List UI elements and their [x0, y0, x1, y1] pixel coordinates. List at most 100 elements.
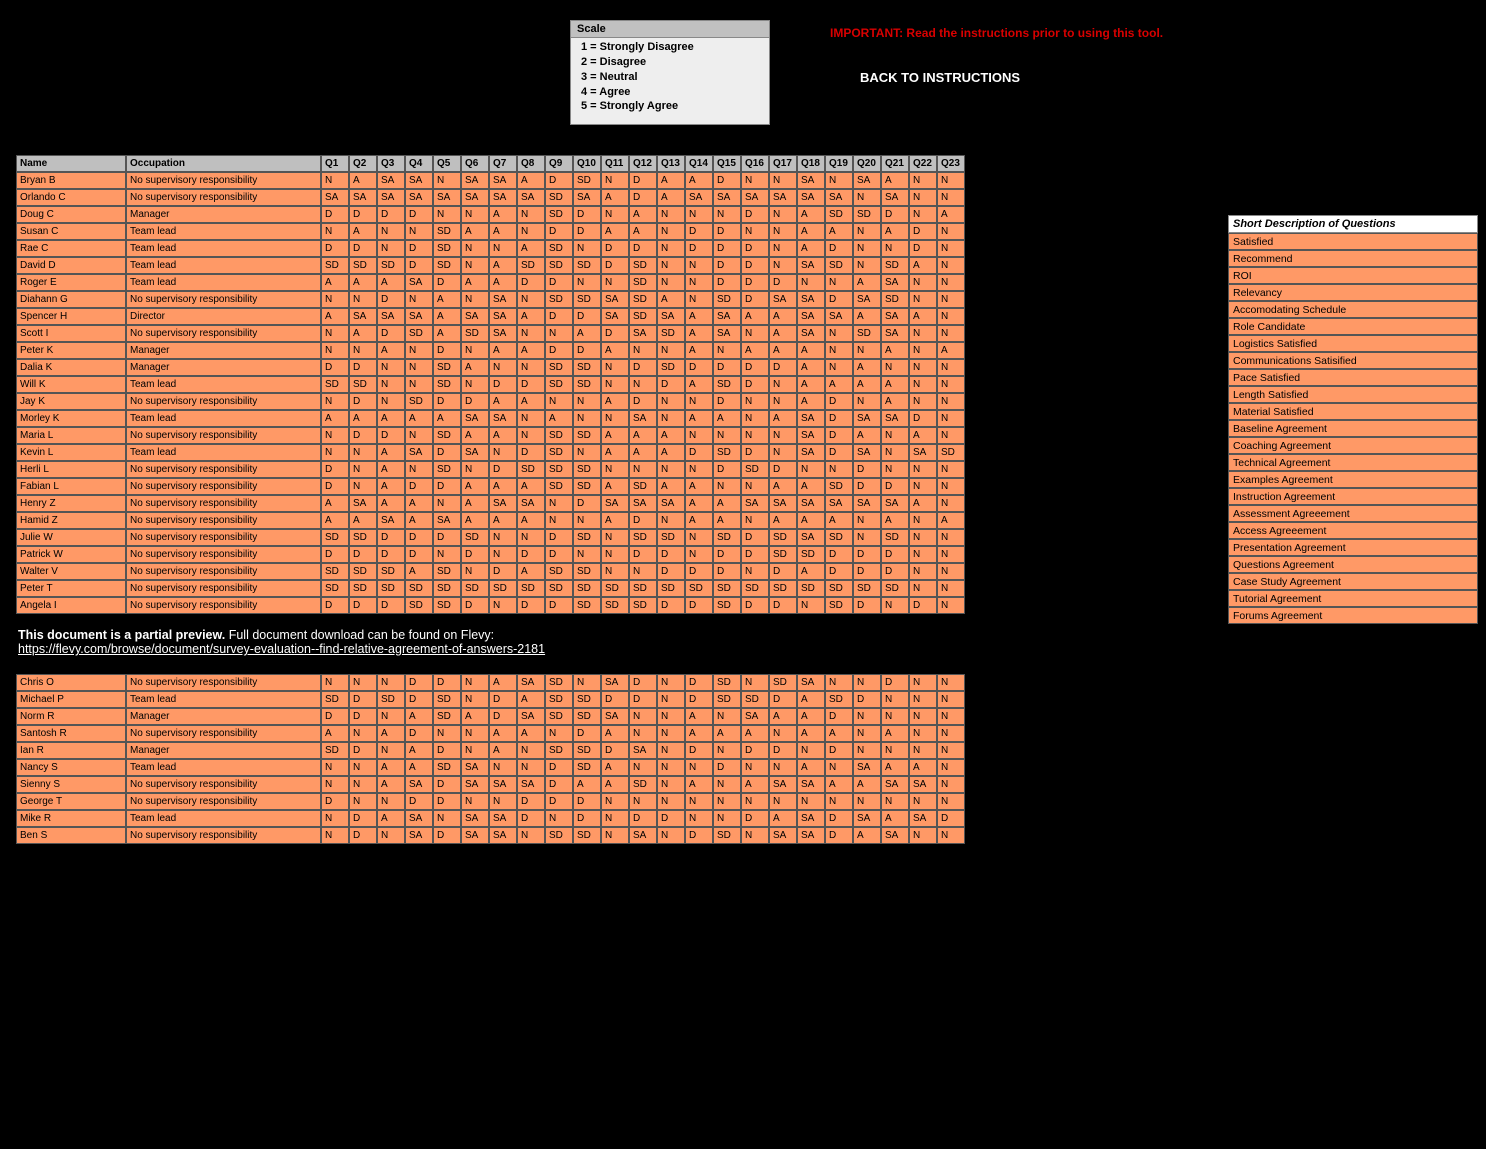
- answer-cell: N: [881, 240, 909, 257]
- answer-cell: A: [937, 342, 965, 359]
- answer-cell: A: [377, 410, 405, 427]
- answer-cell: SA: [629, 827, 657, 844]
- answer-cell: N: [489, 546, 517, 563]
- answer-cell: D: [741, 444, 769, 461]
- preview-link[interactable]: https://flevy.com/browse/document/survey…: [18, 642, 545, 656]
- question-desc: ROI: [1228, 267, 1478, 284]
- answer-cell: SA: [769, 827, 797, 844]
- occupation-cell: No supervisory responsibility: [126, 827, 321, 844]
- answer-cell: N: [909, 172, 937, 189]
- occupation-cell: No supervisory responsibility: [126, 427, 321, 444]
- answer-cell: SD: [321, 563, 349, 580]
- answer-cell: A: [853, 427, 881, 444]
- answer-cell: A: [797, 725, 825, 742]
- answer-cell: D: [489, 691, 517, 708]
- occupation-cell: No supervisory responsibility: [126, 172, 321, 189]
- answer-cell: A: [321, 495, 349, 512]
- answer-cell: N: [853, 725, 881, 742]
- answer-cell: N: [825, 461, 853, 478]
- answer-cell: SD: [573, 742, 601, 759]
- answer-cell: N: [909, 393, 937, 410]
- answer-cell: SA: [489, 291, 517, 308]
- answer-cell: D: [853, 461, 881, 478]
- answer-cell: A: [797, 512, 825, 529]
- answer-cell: A: [601, 223, 629, 240]
- answer-cell: N: [629, 563, 657, 580]
- answer-cell: A: [517, 308, 545, 325]
- answer-cell: D: [321, 240, 349, 257]
- answer-cell: SA: [853, 172, 881, 189]
- answer-cell: A: [909, 759, 937, 776]
- answer-cell: SA: [489, 172, 517, 189]
- answer-cell: N: [517, 742, 545, 759]
- answer-cell: D: [377, 529, 405, 546]
- scale-line: 5 = Strongly Agree: [581, 99, 759, 114]
- answer-cell: D: [909, 223, 937, 240]
- answer-cell: A: [489, 206, 517, 223]
- col-q: Q2: [349, 155, 377, 172]
- answer-cell: D: [713, 223, 741, 240]
- answer-cell: A: [685, 342, 713, 359]
- answer-cell: SA: [797, 427, 825, 444]
- answer-cell: SA: [769, 776, 797, 793]
- answer-cell: A: [461, 427, 489, 444]
- occupation-cell: No supervisory responsibility: [126, 674, 321, 691]
- answer-cell: D: [769, 359, 797, 376]
- answer-cell: D: [825, 291, 853, 308]
- answer-cell: N: [713, 478, 741, 495]
- answer-cell: D: [713, 759, 741, 776]
- answer-cell: D: [629, 393, 657, 410]
- answer-cell: N: [349, 291, 377, 308]
- answer-cell: SD: [545, 691, 573, 708]
- answer-cell: A: [769, 512, 797, 529]
- answer-cell: SD: [573, 759, 601, 776]
- answer-cell: SD: [825, 597, 853, 614]
- answer-cell: N: [797, 597, 825, 614]
- answer-cell: N: [657, 776, 685, 793]
- answer-cell: SA: [517, 495, 545, 512]
- back-to-instructions-link[interactable]: BACK TO INSTRUCTIONS: [860, 70, 1163, 85]
- col-q: Q9: [545, 155, 573, 172]
- answer-cell: SD: [545, 359, 573, 376]
- answer-cell: N: [377, 359, 405, 376]
- scale-body: 1 = Strongly Disagree 2 = Disagree 3 = N…: [571, 38, 769, 124]
- answer-cell: N: [909, 342, 937, 359]
- answer-cell: SD: [629, 274, 657, 291]
- answer-cell: N: [377, 827, 405, 844]
- answer-cell: A: [349, 223, 377, 240]
- answer-cell: N: [769, 427, 797, 444]
- answer-cell: SD: [853, 580, 881, 597]
- answer-cell: A: [489, 223, 517, 240]
- answer-cell: SD: [433, 708, 461, 725]
- answer-cell: N: [377, 708, 405, 725]
- answer-cell: SD: [713, 580, 741, 597]
- name-cell: Susan C: [16, 223, 126, 240]
- answer-cell: D: [461, 546, 489, 563]
- answer-cell: A: [377, 461, 405, 478]
- answer-cell: A: [629, 444, 657, 461]
- answer-cell: N: [769, 725, 797, 742]
- answer-cell: SA: [769, 291, 797, 308]
- answer-cell: A: [881, 725, 909, 742]
- answer-cell: SD: [769, 580, 797, 597]
- answer-cell: A: [881, 810, 909, 827]
- answer-cell: SD: [769, 674, 797, 691]
- answer-cell: N: [461, 376, 489, 393]
- answer-cell: SA: [629, 742, 657, 759]
- answer-cell: N: [881, 793, 909, 810]
- answer-cell: N: [657, 461, 685, 478]
- answer-cell: N: [349, 793, 377, 810]
- answer-cell: A: [797, 240, 825, 257]
- answer-cell: D: [685, 359, 713, 376]
- answer-cell: N: [657, 410, 685, 427]
- answer-cell: N: [657, 742, 685, 759]
- answer-cell: N: [909, 742, 937, 759]
- answer-cell: N: [601, 563, 629, 580]
- answer-cell: N: [769, 376, 797, 393]
- answer-cell: SD: [825, 529, 853, 546]
- col-q: Q13: [657, 155, 685, 172]
- answer-cell: SD: [321, 691, 349, 708]
- answer-cell: N: [937, 580, 965, 597]
- answer-cell: D: [349, 427, 377, 444]
- answer-cell: A: [489, 674, 517, 691]
